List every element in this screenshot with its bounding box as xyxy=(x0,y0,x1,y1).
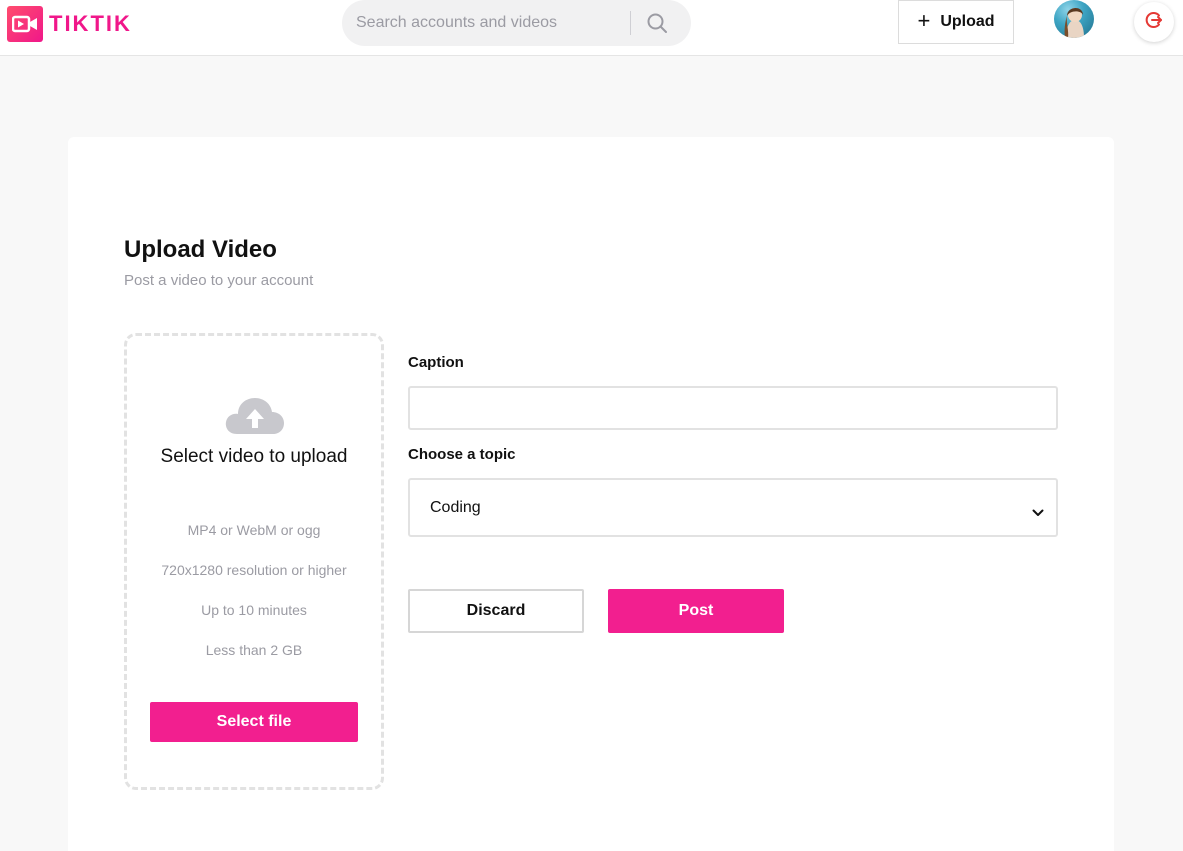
spec-size: Less than 2 GB xyxy=(205,642,303,658)
caption-label: Caption xyxy=(408,354,464,371)
search-input[interactable] xyxy=(342,0,630,46)
plus-icon: + xyxy=(917,8,931,33)
logo[interactable]: TIKTIK xyxy=(7,6,132,42)
topic-select[interactable]: Coding xyxy=(408,478,1058,537)
select-file-button[interactable]: Select file xyxy=(150,702,358,742)
search-bar xyxy=(342,0,691,46)
caption-input[interactable] xyxy=(408,386,1058,430)
logout-icon xyxy=(1144,10,1164,35)
top-header: TIKTIK + Upload xyxy=(0,0,1183,56)
page-title: Upload Video xyxy=(124,236,277,263)
upload-button[interactable]: + Upload xyxy=(898,0,1014,44)
upload-card: Upload Video Post a video to your accoun… xyxy=(68,137,1114,851)
post-button[interactable]: Post xyxy=(608,589,784,633)
discard-button[interactable]: Discard xyxy=(408,589,584,633)
user-avatar[interactable] xyxy=(1054,0,1094,38)
spec-format: MP4 or WebM or ogg xyxy=(187,522,321,538)
page-subtitle: Post a video to your account xyxy=(124,272,314,289)
search-divider xyxy=(630,11,631,35)
dropzone-title: Select video to upload xyxy=(160,446,348,467)
cloud-upload-icon xyxy=(223,392,287,436)
spec-duration: Up to 10 minutes xyxy=(201,602,307,618)
video-camera-icon xyxy=(7,6,43,42)
topic-selected-value: Coding xyxy=(430,499,481,516)
search-icon[interactable] xyxy=(642,9,672,37)
upload-button-label: Upload xyxy=(940,13,995,30)
spec-resolution: 720x1280 resolution or higher xyxy=(161,562,347,578)
logo-text: TIKTIK xyxy=(49,11,132,36)
logout-button[interactable] xyxy=(1134,2,1174,42)
topic-label: Choose a topic xyxy=(408,446,516,463)
chevron-down-icon xyxy=(1032,504,1044,522)
video-dropzone[interactable]: Select video to upload MP4 or WebM or og… xyxy=(124,333,384,790)
